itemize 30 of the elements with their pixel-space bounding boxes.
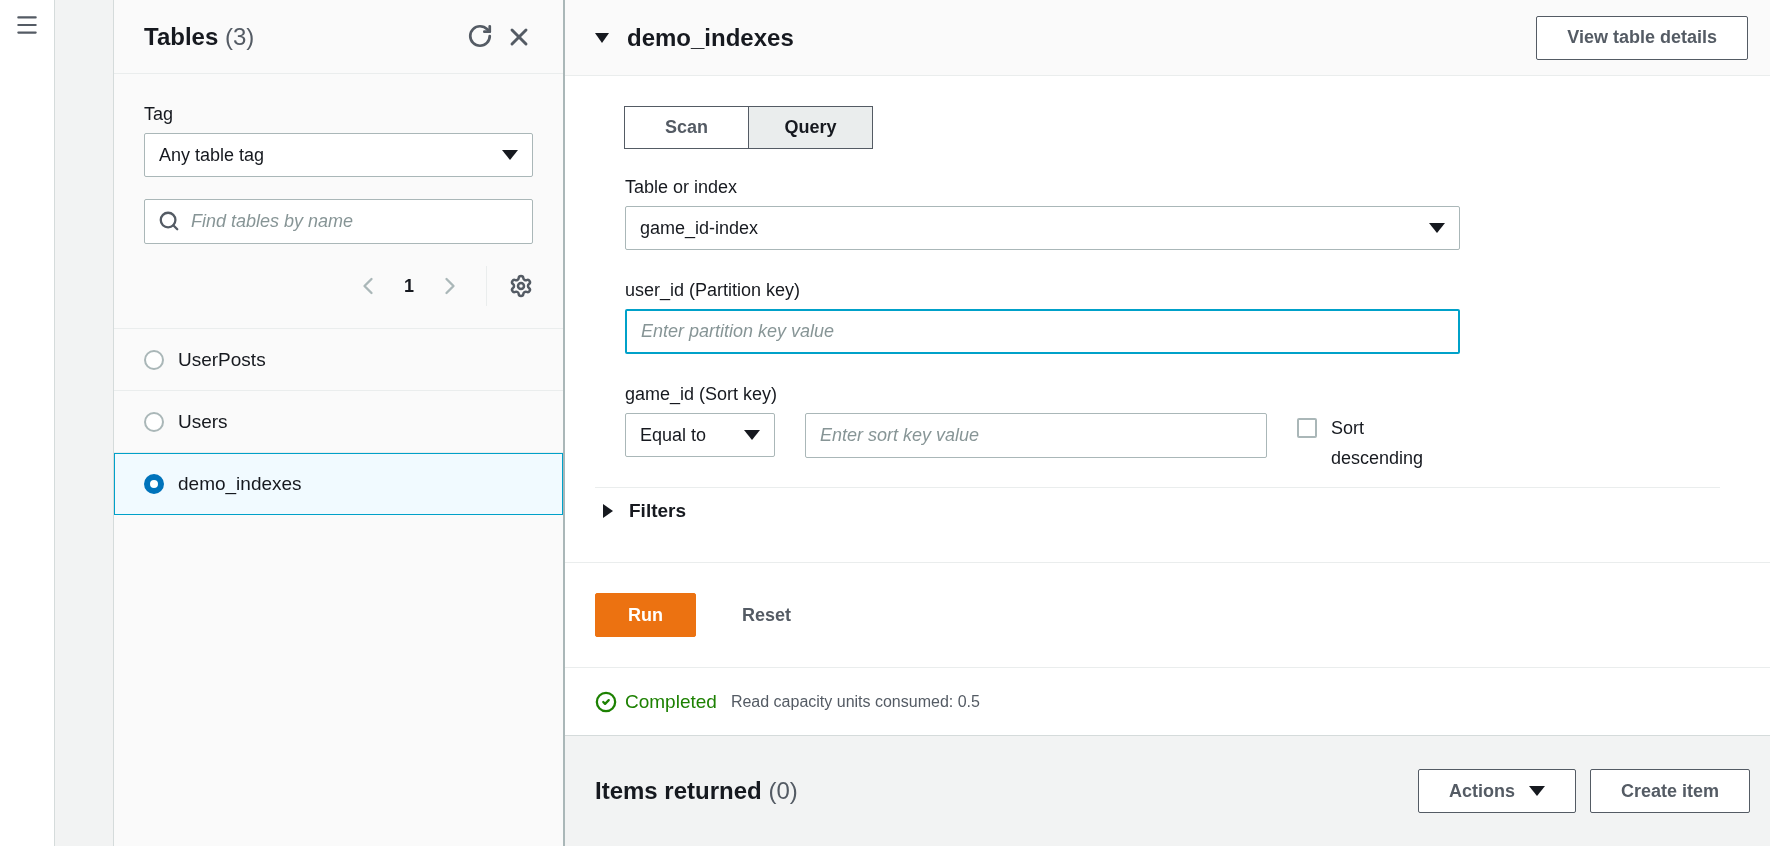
status-detail: Read capacity units consumed: 0.5 — [730, 692, 980, 711]
field-label: user_id (Partition key) — [625, 280, 802, 301]
actions-button[interactable]: Actions — [1417, 769, 1576, 813]
mode-tab[interactable]: Query — [748, 106, 873, 149]
checkbox[interactable] — [1297, 418, 1317, 438]
search-field[interactable]: Find tables by name — [144, 199, 533, 244]
partition-key-field[interactable]: Enter partition key value — [625, 309, 1460, 354]
panel-title: Tables (3) — [144, 22, 255, 51]
status-text: Completed — [625, 690, 717, 713]
search-icon — [158, 210, 180, 232]
view-details-button[interactable]: View table details — [1536, 15, 1748, 60]
table-list-item[interactable]: demo_indexes — [114, 453, 563, 515]
page-number[interactable]: 1 — [396, 275, 422, 297]
table-title: demo_indexes — [627, 23, 794, 52]
tag-select[interactable]: Any table tag — [144, 133, 533, 177]
sort-key-field[interactable]: Enter sort key value — [805, 413, 1267, 458]
reset-button[interactable]: Reset — [722, 594, 812, 636]
field-label: Table or index — [625, 177, 739, 198]
tag-label: Tag — [144, 104, 175, 125]
mode-tab[interactable]: Scan — [624, 106, 749, 149]
create-item-button[interactable]: Create item — [1589, 769, 1750, 813]
settings-icon[interactable] — [509, 274, 533, 298]
index-select[interactable]: game_id-index — [625, 206, 1460, 250]
operator-select[interactable]: Equal to — [625, 413, 775, 457]
caret-icon — [595, 32, 609, 43]
items-title: Items returned (0) — [595, 777, 798, 805]
check-circle-icon — [595, 690, 617, 713]
filters-toggle[interactable]: Filters — [603, 500, 1740, 522]
checkbox-label: Sort descending — [1331, 417, 1425, 470]
field-label: game_id (Sort key) — [625, 384, 779, 405]
